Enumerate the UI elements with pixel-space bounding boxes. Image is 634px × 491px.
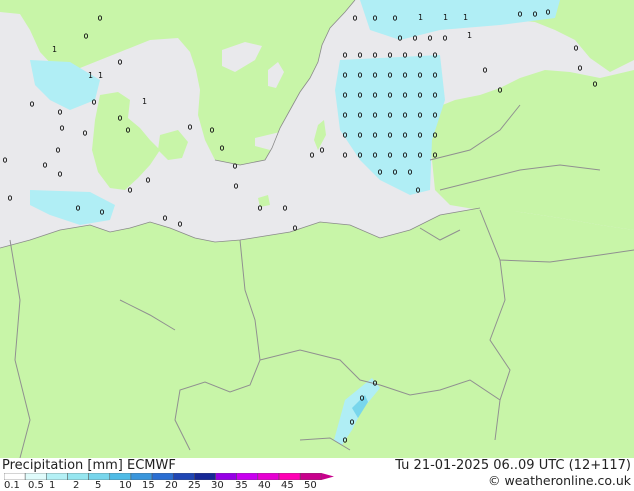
legend-tick-label: 25 [188, 480, 201, 491]
map-footer: Precipitation [mm] ECMWF Tu 21-01-2025 0… [0, 458, 634, 491]
precip-value: 1 [142, 97, 147, 106]
legend-tick-label: 0.5 [28, 480, 44, 491]
map-title: Precipitation [mm] ECMWF [2, 458, 176, 473]
legend-tick-label: 30 [211, 480, 224, 491]
legend-swatch [109, 473, 132, 480]
legend-swatch [236, 473, 259, 480]
legend-swatch [257, 473, 280, 480]
precip-value: 1 [88, 71, 93, 80]
legend-tick-label: 0.1 [4, 480, 20, 491]
legend-tick-label: 15 [142, 480, 155, 491]
credit-link[interactable]: © weatheronline.co.uk [488, 473, 631, 488]
legend-tick-label: 1 [49, 480, 56, 491]
legend-swatch [172, 473, 195, 480]
precip-value: 1 [467, 31, 472, 40]
legend-tick-label: 20 [165, 480, 178, 491]
legend-swatch [67, 473, 89, 480]
legend-tick-label: 50 [304, 480, 317, 491]
legend-tick-label: 10 [119, 480, 132, 491]
legend-swatch [278, 473, 301, 480]
legend-swatch [299, 473, 322, 480]
legend-tick-label: 5 [95, 480, 102, 491]
precipitation-map: 1 1 1 1 1 1 1 1 [0, 0, 634, 458]
precip-value: 1 [52, 45, 57, 54]
legend-swatch [130, 473, 153, 480]
legend-swatch [88, 473, 111, 480]
legend-swatch [4, 473, 26, 480]
legend-swatch [194, 473, 216, 480]
legend-swatch [46, 473, 68, 480]
legend-tick-label: 2 [73, 480, 80, 491]
legend-swatch [24, 473, 47, 480]
map-canvas: 1 1 1 1 1 1 1 1 [0, 0, 634, 458]
legend-swatch [151, 473, 174, 480]
precip-value: 1 [463, 13, 468, 22]
legend-tick-label: 40 [258, 480, 271, 491]
legend-color-bar [4, 473, 334, 480]
precip-value: 1 [443, 13, 448, 22]
precip-value: 1 [418, 13, 423, 22]
valid-time: Tu 21-01-2025 06..09 UTC (12+117) [395, 458, 631, 473]
land-central-europe [0, 208, 634, 458]
legend-tick-label: 45 [281, 480, 294, 491]
legend-labels: 0.1 0.5 1 2 5 10 15 20 25 30 35 40 45 50 [0, 480, 340, 491]
legend-arrow [321, 473, 334, 480]
legend-swatch [215, 473, 237, 480]
legend-tick-label: 35 [235, 480, 248, 491]
precip-value: 1 [98, 71, 103, 80]
